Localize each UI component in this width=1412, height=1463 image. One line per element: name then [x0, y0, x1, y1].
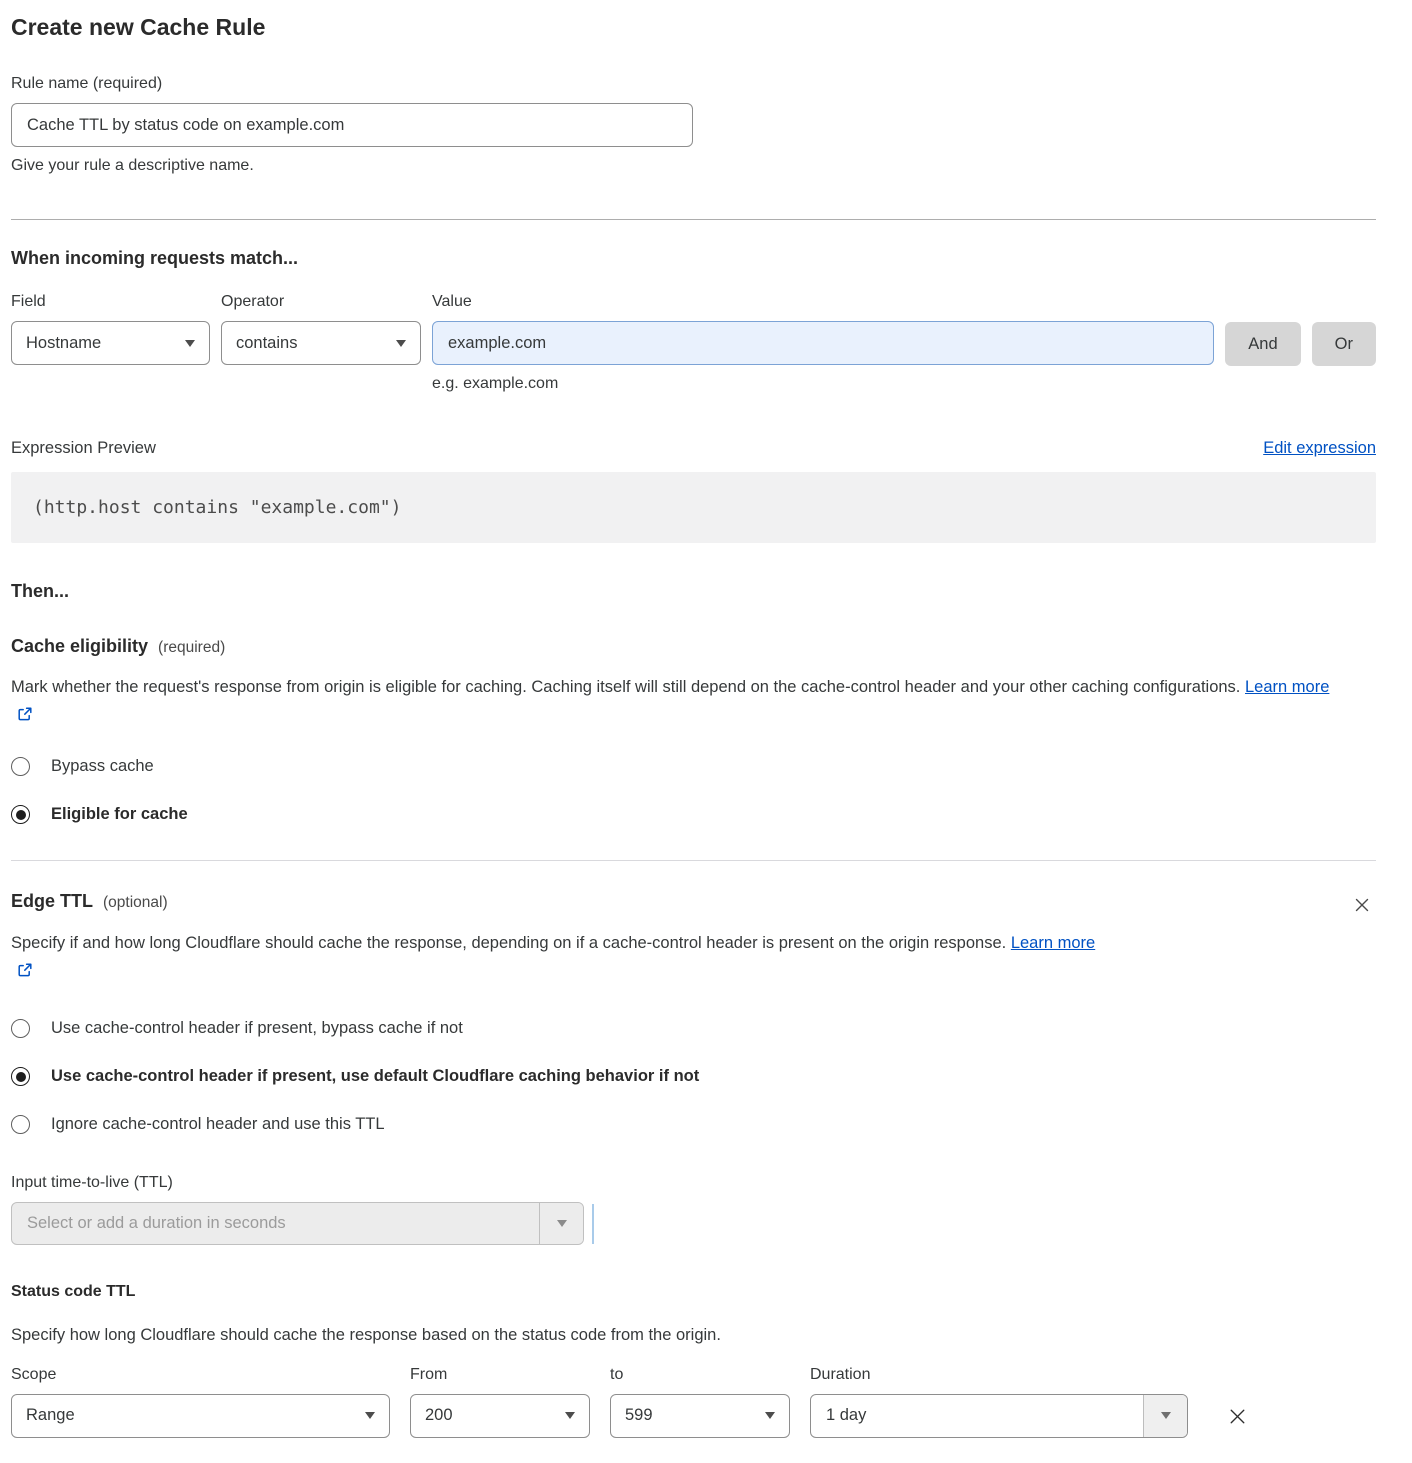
chevron-down-icon — [396, 340, 406, 347]
operator-label: Operator — [221, 293, 421, 311]
cache-eligibility-heading: Cache eligibility(required) — [11, 636, 1376, 657]
duration-select[interactable]: 1 day — [810, 1394, 1188, 1438]
required-note: (required) — [158, 639, 225, 656]
scope-label: Scope — [11, 1366, 390, 1384]
delete-icon — [1226, 1416, 1249, 1431]
operator-select[interactable]: contains — [221, 321, 421, 365]
to-label: to — [610, 1366, 790, 1384]
radio-icon-selected[interactable] — [11, 805, 30, 824]
ttl-duration-dropdown-button[interactable] — [539, 1203, 583, 1244]
match-heading: When incoming requests match... — [11, 248, 1376, 269]
status-code-ttl-description: Specify how long Cloudflare should cache… — [11, 1321, 1376, 1349]
from-select[interactable]: 200 — [410, 1394, 590, 1438]
value-label: Value — [432, 293, 1214, 311]
radio-option-use-header-default[interactable]: Use cache-control header if present, use… — [11, 1067, 1376, 1086]
radio-label: Bypass cache — [51, 757, 154, 776]
to-select-value: 599 — [625, 1406, 653, 1425]
radio-label: Use cache-control header if present, use… — [51, 1067, 699, 1086]
status-code-ttl-row: Scope Range From 200 to 599 Duration 1 d… — [11, 1366, 1376, 1439]
delete-status-code-ttl-button[interactable] — [1222, 1401, 1253, 1432]
cache-eligibility-description: Mark whether the request's response from… — [11, 673, 1347, 731]
chevron-down-icon — [185, 340, 195, 347]
ttl-duration-select[interactable]: Select or add a duration in seconds — [11, 1202, 584, 1245]
chevron-down-icon — [365, 1412, 375, 1419]
radio-label: Ignore cache-control header and use this… — [51, 1115, 385, 1134]
page-title: Create new Cache Rule — [11, 14, 1376, 41]
cache-eligibility-learn-more-link[interactable]: Learn more — [1245, 678, 1329, 696]
edit-expression-link[interactable]: Edit expression — [1263, 439, 1376, 458]
create-cache-rule-form: Create new Cache Rule Rule name (require… — [0, 0, 1412, 1463]
edge-ttl-options: Use cache-control header if present, byp… — [11, 1019, 1376, 1134]
radio-label: Use cache-control header if present, byp… — [51, 1019, 463, 1038]
field-select[interactable]: Hostname — [11, 321, 210, 365]
radio-option-bypass-cache[interactable]: Bypass cache — [11, 757, 1376, 776]
radio-icon[interactable] — [11, 1019, 30, 1038]
edge-ttl-description: Specify if and how long Cloudflare shoul… — [11, 929, 1115, 987]
ttl-input-label: Input time-to-live (TTL) — [11, 1174, 1376, 1192]
external-link-icon — [17, 959, 33, 987]
duration-label: Duration — [810, 1366, 1188, 1384]
field-label: Field — [11, 293, 210, 311]
scope-select[interactable]: Range — [11, 1394, 390, 1438]
and-button[interactable]: And — [1225, 322, 1300, 366]
edge-ttl-heading: Edge TTL(optional) — [11, 891, 168, 912]
chevron-down-icon — [565, 1412, 575, 1419]
operator-select-value: contains — [236, 334, 297, 353]
rule-name-input[interactable] — [11, 103, 693, 147]
from-select-value: 200 — [425, 1406, 453, 1425]
chevron-down-icon — [1161, 1412, 1171, 1419]
edge-ttl-learn-more-link[interactable]: Learn more — [1011, 934, 1095, 952]
radio-label: Eligible for cache — [51, 805, 188, 824]
section-divider — [11, 219, 1376, 220]
value-help: e.g. example.com — [432, 375, 1214, 393]
rule-name-label: Rule name (required) — [11, 75, 1376, 93]
status-code-ttl-heading: Status code TTL — [11, 1283, 1376, 1301]
expression-preview-code: (http.host contains "example.com") — [11, 472, 1376, 543]
chevron-down-icon — [765, 1412, 775, 1419]
close-icon — [1352, 903, 1372, 918]
field-select-value: Hostname — [26, 334, 101, 353]
chevron-down-icon — [557, 1220, 567, 1227]
close-edge-ttl-button[interactable] — [1348, 891, 1376, 919]
external-link-icon — [17, 703, 33, 731]
value-input[interactable] — [432, 321, 1214, 365]
from-label: From — [410, 1366, 590, 1384]
rule-name-help: Give your rule a descriptive name. — [11, 157, 1376, 175]
then-heading: Then... — [11, 581, 1376, 602]
scope-select-value: Range — [26, 1406, 75, 1425]
or-button[interactable]: Or — [1312, 322, 1376, 366]
radio-icon[interactable] — [11, 1115, 30, 1134]
match-condition-row: Field Hostname Operator contains Value e… — [11, 293, 1376, 393]
radio-icon-selected[interactable] — [11, 1067, 30, 1086]
focus-indicator — [592, 1204, 594, 1244]
radio-option-use-header-bypass[interactable]: Use cache-control header if present, byp… — [11, 1019, 1376, 1038]
expression-preview-label: Expression Preview — [11, 439, 156, 458]
section-divider — [11, 860, 1376, 861]
duration-dropdown-button[interactable] — [1143, 1395, 1187, 1437]
cache-eligibility-options: Bypass cache Eligible for cache — [11, 757, 1376, 824]
duration-select-value: 1 day — [811, 1395, 1143, 1437]
radio-option-ignore-header[interactable]: Ignore cache-control header and use this… — [11, 1115, 1376, 1134]
optional-note: (optional) — [103, 894, 168, 911]
to-select[interactable]: 599 — [610, 1394, 790, 1438]
ttl-duration-placeholder: Select or add a duration in seconds — [12, 1203, 539, 1244]
radio-option-eligible-for-cache[interactable]: Eligible for cache — [11, 805, 1376, 824]
radio-icon[interactable] — [11, 757, 30, 776]
